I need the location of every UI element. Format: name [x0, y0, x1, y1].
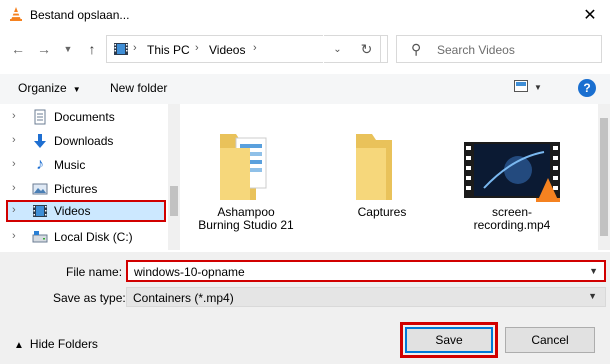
sidebar-item-label: Local Disk (C:): [54, 230, 133, 244]
search-placeholder: Search Videos: [437, 43, 515, 57]
chevron-right-icon: ›: [12, 182, 16, 194]
pictures-icon: [32, 181, 48, 197]
save-as-type-select[interactable]: Containers (*.mp4) ▼: [126, 287, 606, 307]
title-bar: Bestand opslaan... ✕: [0, 0, 610, 30]
sidebar-item-label: Downloads: [54, 134, 114, 148]
help-icon: ?: [583, 81, 591, 95]
sidebar-item-documents[interactable]: › Documents: [0, 106, 168, 128]
documents-icon: [32, 109, 48, 125]
sidebar-item-music[interactable]: › ♪ Music: [0, 154, 168, 176]
chevron-up-icon: ▲: [14, 340, 24, 351]
new-folder-button[interactable]: New folder: [110, 81, 167, 95]
chevron-right-icon: ›: [195, 42, 199, 54]
organize-label: Organize: [18, 81, 67, 95]
file-list: Ashampoo Burning Studio 21 Captures scre…: [182, 104, 598, 250]
chevron-down-icon: ▼: [72, 85, 81, 94]
chevron-right-icon: ›: [133, 42, 137, 54]
address-dropdown-button[interactable]: ⌄: [323, 35, 351, 63]
sidebar-item-downloads[interactable]: › Downloads: [0, 130, 168, 152]
file-name-label: File name:: [66, 265, 123, 279]
close-button[interactable]: ✕: [570, 0, 610, 30]
organize-button[interactable]: Organize ▼: [18, 81, 81, 95]
chevron-down-icon: ▼: [63, 44, 73, 54]
file-item-ashampoo[interactable]: Ashampoo Burning Studio 21: [196, 118, 296, 232]
forward-arrow-icon: →: [37, 41, 51, 57]
search-icon: ⚲: [411, 41, 422, 57]
change-view-button[interactable]: ▼: [514, 80, 542, 95]
downloads-icon: [32, 133, 48, 149]
file-name: screen-recording.mp4: [473, 205, 551, 232]
save-as-type-label: Save as type:: [53, 291, 126, 305]
vlc-logo-icon: [8, 6, 24, 25]
breadcrumb-this-pc[interactable]: This PC: [147, 43, 190, 57]
chevron-down-icon: ▼: [588, 291, 597, 301]
chevron-right-icon: ›: [12, 110, 16, 122]
help-button[interactable]: ?: [578, 79, 596, 97]
chevron-right-icon: ›: [12, 134, 16, 146]
sidebar-item-videos[interactable]: › Videos: [6, 200, 166, 222]
chevron-right-icon: ›: [12, 230, 16, 242]
sidebar-item-label: Documents: [54, 110, 115, 124]
video-thumbnail-icon: [462, 118, 562, 204]
folder-icon: [196, 118, 296, 204]
chevron-right-icon: ›: [253, 42, 257, 54]
refresh-button[interactable]: ↻: [353, 35, 381, 63]
hide-folders-button[interactable]: ▲ Hide Folders: [14, 337, 98, 351]
local-disk-icon: [32, 229, 48, 245]
navigation-pane-scrollbar[interactable]: [168, 104, 180, 250]
file-list-scrollbar[interactable]: [598, 104, 610, 250]
scrollbar-thumb[interactable]: [170, 186, 178, 216]
folder-icon: [332, 118, 432, 204]
window-title: Bestand opslaan...: [30, 8, 130, 22]
sidebar-item-local-disk[interactable]: › Local Disk (C:): [0, 226, 168, 248]
file-name: Captures: [357, 205, 407, 219]
hide-folders-label: Hide Folders: [29, 337, 98, 351]
up-button[interactable]: ↑: [82, 39, 102, 59]
scrollbar-thumb[interactable]: [600, 118, 608, 236]
file-name-value: windows-10-opname: [134, 265, 245, 279]
close-icon: ✕: [583, 7, 597, 24]
forward-button[interactable]: →: [34, 39, 54, 59]
sidebar-item-label: Videos: [54, 204, 91, 218]
chevron-down-icon: ⌄: [333, 43, 342, 55]
chevron-right-icon: ›: [12, 204, 16, 216]
recent-locations-button[interactable]: ▼: [58, 39, 78, 59]
cancel-button[interactable]: Cancel: [505, 327, 595, 353]
file-name: Ashampoo Burning Studio 21: [198, 205, 294, 232]
file-item-captures[interactable]: Captures: [332, 118, 432, 219]
sidebar-item-label: Music: [54, 158, 86, 172]
save-as-type-value: Containers (*.mp4): [133, 291, 234, 305]
up-arrow-icon: ↑: [88, 41, 96, 57]
videos-icon: [32, 203, 48, 219]
music-icon: ♪: [36, 156, 44, 173]
sidebar-item-pictures[interactable]: › Pictures: [0, 178, 168, 200]
save-button[interactable]: Save: [405, 327, 493, 353]
view-icon: [514, 80, 528, 95]
videos-folder-icon: [113, 41, 129, 60]
file-name-field[interactable]: windows-10-opname ▼: [126, 260, 606, 282]
command-toolbar: Organize ▼ New folder ▼ ?: [0, 74, 610, 104]
back-arrow-icon: ←: [11, 41, 25, 57]
chevron-down-icon: ▼: [534, 83, 542, 92]
chevron-down-icon[interactable]: ▼: [589, 266, 598, 276]
sidebar-item-label: Pictures: [54, 182, 98, 196]
file-item-screen-recording[interactable]: screen-recording.mp4: [462, 118, 562, 232]
chevron-right-icon: ›: [12, 158, 16, 170]
breadcrumb-videos[interactable]: Videos: [209, 43, 245, 57]
search-input[interactable]: ⚲ Search Videos: [396, 35, 602, 63]
back-button[interactable]: ←: [8, 39, 28, 59]
navigation-pane: › Documents › Downloads › ♪ Music › Pict…: [0, 104, 180, 250]
refresh-icon: ↻: [360, 40, 373, 57]
